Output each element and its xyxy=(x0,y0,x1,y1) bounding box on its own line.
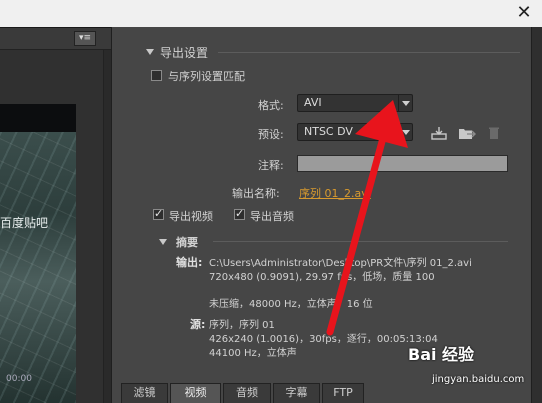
export-settings-window: ✕ ▾≡ 百度贴吧 00:00 导出设置 与序列设置匹配 格式: AVI 预设:… xyxy=(0,0,542,403)
video-watermark: 百度贴吧 xyxy=(0,216,49,230)
preview-timecode: 00:00 xyxy=(6,374,32,384)
baidu-logo: Bai 经验 xyxy=(408,345,475,364)
baidu-url: jingyan.baidu.com xyxy=(432,374,525,385)
